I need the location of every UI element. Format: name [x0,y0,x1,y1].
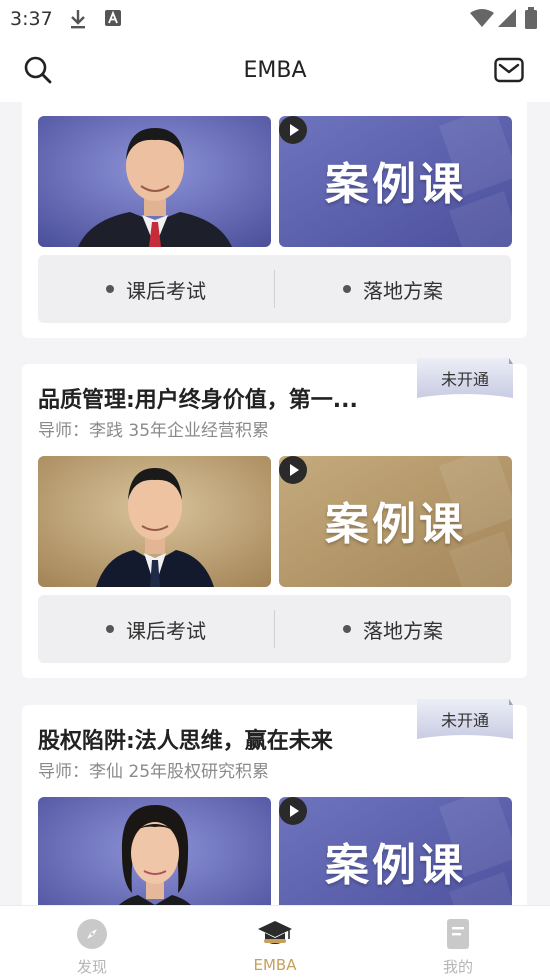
course-instructor: 导师：李仙 25年股权研究积累 [38,762,270,782]
wifi-icon [470,9,494,31]
status-time: 3:37 [10,8,53,30]
app-header: EMBA [0,38,550,102]
instructor-photo[interactable] [38,797,271,905]
case-label: 案例课 [325,159,466,210]
instructor-photo[interactable] [38,116,271,247]
exam-button[interactable]: 课后考试 [38,255,274,323]
course-title: 股权陷阱:法人思维，赢在未来 [38,729,333,754]
status-bar: 3:37 [0,0,550,38]
plan-label: 落地方案 [363,278,443,303]
badge-label: 未开通 [440,711,489,730]
tab-label: EMBA [253,956,297,974]
tab-label: 我的 [442,958,473,976]
action-bar: 课后考试 落地方案 [38,255,511,323]
case-label: 案例课 [325,840,466,891]
tab-mine[interactable]: 我的 [403,906,513,979]
messages-button[interactable] [491,52,527,88]
bullet-icon [343,625,351,633]
exam-label: 课后考试 [126,278,206,303]
mail-icon [494,57,524,83]
action-bar: 课后考试 落地方案 [38,595,511,663]
instructor-photo[interactable] [38,456,271,587]
play-icon[interactable] [279,797,307,825]
bottom-tab-bar: 发现 EMBA 我的 [0,905,550,979]
compass-icon [77,919,107,949]
case-video-thumbnail[interactable]: 案例课 [279,797,512,905]
case-video-thumbnail[interactable]: 案例课 [279,456,512,587]
course-title: 品质管理:用户终身价值，第一... [38,388,358,413]
exam-button[interactable]: 课后考试 [38,595,274,663]
tab-discover[interactable]: 发现 [37,906,147,979]
page-title: EMBA [243,58,307,83]
download-icon [68,8,88,34]
status-badge: 未开通 [417,358,513,406]
exam-label: 课后考试 [126,618,206,643]
bullet-icon [106,285,114,293]
case-label: 案例课 [325,499,466,550]
battery-icon [525,7,537,33]
plan-button[interactable]: 落地方案 [275,255,511,323]
cellular-signal-icon [498,9,516,31]
course-card[interactable]: 案例课 课后考试 落地方案 [22,102,527,338]
plan-button[interactable]: 落地方案 [275,595,511,663]
graduation-cap-icon [258,921,292,944]
course-instructor: 导师：李践 35年企业经营积累 [38,421,270,441]
plan-label: 落地方案 [363,618,443,643]
tab-emba[interactable]: EMBA [220,906,330,979]
bullet-icon [343,285,351,293]
tab-label: 发现 [76,958,107,976]
keyboard-a-icon [104,8,122,32]
badge-label: 未开通 [440,370,489,389]
status-badge: 未开通 [417,699,513,747]
course-card[interactable]: 股权陷阱:法人思维，赢在未来 导师：李仙 25年股权研究积累 未开通 案例课 [22,699,527,905]
bullet-icon [106,625,114,633]
play-icon[interactable] [279,456,307,484]
document-icon [447,919,469,949]
play-icon[interactable] [279,116,307,144]
course-card[interactable]: 品质管理:用户终身价值，第一... 导师：李践 35年企业经营积累 未开通 案例… [22,358,527,678]
course-list[interactable]: 案例课 课后考试 落地方案 品质管理:用户终身价值，第一... 导师：李践 35… [0,102,550,905]
case-video-thumbnail[interactable]: 案例课 [279,116,512,247]
